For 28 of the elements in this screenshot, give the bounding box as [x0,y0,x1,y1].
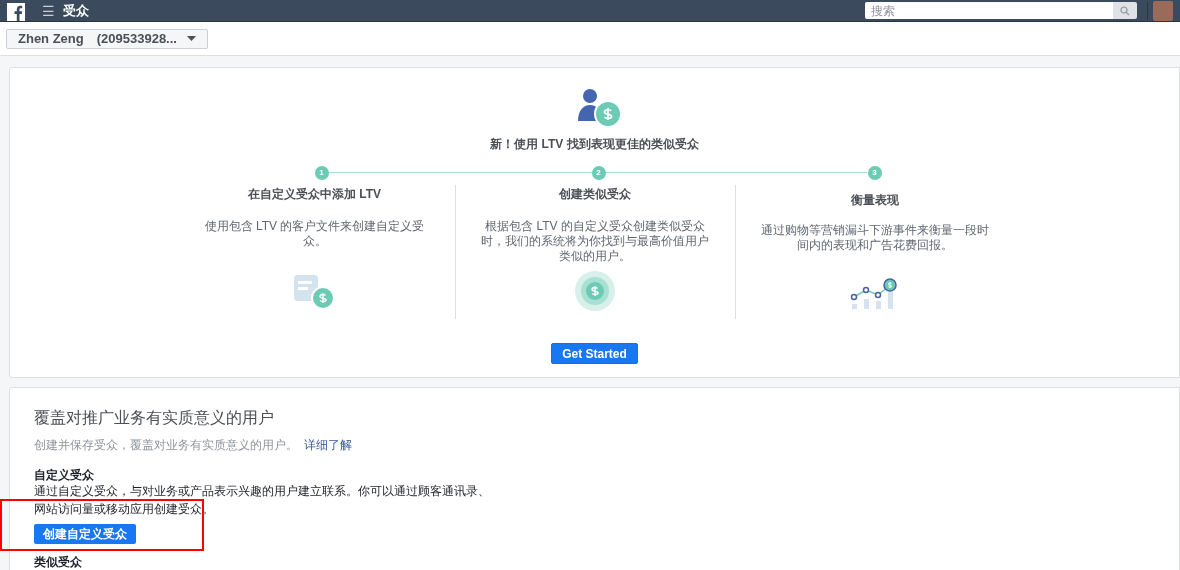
document-dollar-icon [293,275,336,311]
step-title: 衡量表现 [851,192,899,209]
step-title: 创建类似受众 [559,186,631,203]
create-custom-audience-button[interactable]: 创建自定义受众 [34,524,136,544]
step-description: 通过购物等营销漏斗下游事件来衡量一段时间内的表现和广告花费回报。 [760,223,990,253]
audience-type-title: 自定义受众 [34,468,95,482]
get-started-button[interactable]: Get Started [551,343,638,364]
step-number: 2 [591,166,606,180]
search-icon[interactable] [1120,5,1130,16]
learn-more-link[interactable]: 详细了解 [304,436,352,454]
audience-type-title: 类似受众 [34,555,83,569]
step-number: 1 [314,166,329,180]
page-title: 受众 [63,1,89,20]
step-description: 根据包含 LTV 的自定义受众创建类似受众时，我们的系统将为你找到与最高价值用户类似的用户。 [480,219,710,264]
account-selector[interactable]: Zhen Zeng (209533928... [6,28,208,49]
profile-avatar[interactable] [1153,0,1173,21]
section-subtitle: 创建并保存受众，覆盖对业务有实质意义的用户。 [34,437,298,454]
section-title: 覆盖对推广业务有实质意义的用户 [34,408,275,428]
menu-icon[interactable]: ☰ [42,3,55,18]
coin-icon [575,271,615,311]
step-number: 3 [867,166,882,180]
promo-headline: 新！使用 LTV 找到表现更佳的类似受众 [490,136,699,153]
step-title: 在自定义受众中添加 LTV [247,186,382,203]
growth-chart-icon [850,277,900,311]
search-field[interactable]: 搜索 [865,2,1113,19]
caret-icon [186,36,196,41]
logo-icon[interactable] [7,2,25,21]
step-description: 使用包含 LTV 的客户文件来创建自定义受众。 [203,219,426,249]
